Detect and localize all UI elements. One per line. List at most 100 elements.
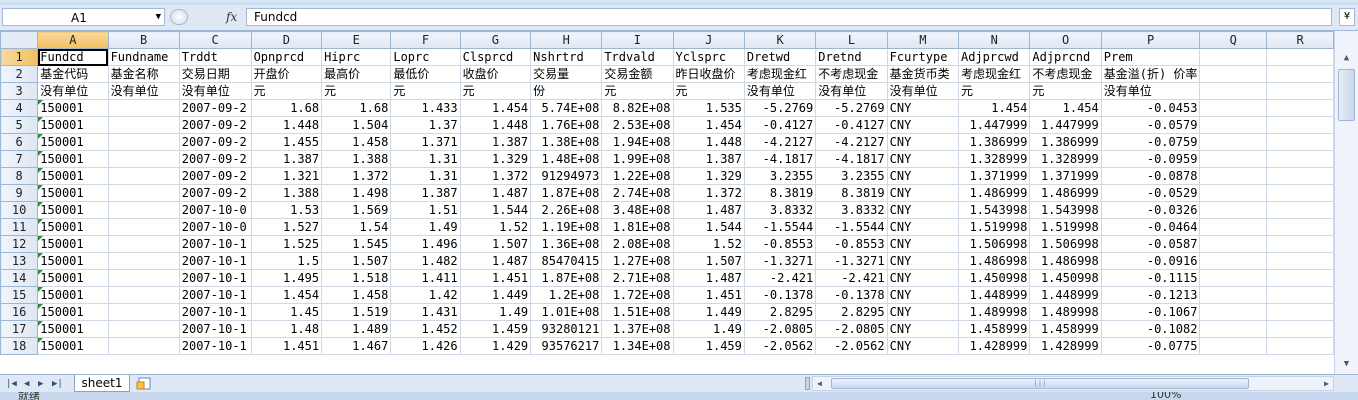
cell-e9[interactable]: 1.498 bbox=[321, 184, 392, 202]
cell-g2[interactable]: 收盘价 bbox=[459, 65, 532, 83]
cell-r12[interactable] bbox=[1266, 235, 1334, 253]
cell-e5[interactable]: 1.504 bbox=[321, 116, 392, 134]
cell-h9[interactable]: 1.87E+08 bbox=[530, 184, 603, 202]
cell-i14[interactable]: 2.71E+08 bbox=[601, 269, 674, 287]
cell-d13[interactable]: 1.5 bbox=[250, 252, 323, 270]
cell-p12[interactable]: -0.0587 bbox=[1100, 235, 1201, 253]
row-header[interactable]: 1 bbox=[0, 48, 39, 66]
cell-l6[interactable]: -4.2127 bbox=[815, 133, 888, 151]
cell-l10[interactable]: 3.8332 bbox=[815, 201, 888, 219]
cell-m13[interactable]: CNY bbox=[886, 252, 960, 270]
cell-m16[interactable]: CNY bbox=[886, 303, 960, 321]
row-header[interactable]: 12 bbox=[0, 235, 39, 253]
insert-function-icon[interactable]: fx bbox=[226, 10, 237, 24]
last-sheet-icon[interactable]: ▶| bbox=[52, 376, 63, 392]
cell-j10[interactable]: 1.487 bbox=[672, 201, 745, 219]
cell-f15[interactable]: 1.42 bbox=[390, 286, 461, 304]
cell-j4[interactable]: 1.535 bbox=[672, 99, 745, 117]
cell-e11[interactable]: 1.54 bbox=[321, 218, 392, 236]
cell-a9[interactable]: 150001 bbox=[37, 184, 109, 202]
cell-k9[interactable]: 8.3819 bbox=[743, 184, 817, 202]
cell-k11[interactable]: -1.5544 bbox=[743, 218, 817, 236]
tab-sheet1[interactable]: sheet1 bbox=[74, 375, 130, 392]
cell-l5[interactable]: -0.4127 bbox=[815, 116, 888, 134]
cell-k17[interactable]: -2.0805 bbox=[743, 320, 817, 338]
column-header-r[interactable]: R bbox=[1266, 31, 1334, 49]
cell-m14[interactable]: CNY bbox=[886, 269, 960, 287]
cell-f5[interactable]: 1.37 bbox=[390, 116, 461, 134]
cell-l15[interactable]: -0.1378 bbox=[815, 286, 888, 304]
cell-q1[interactable] bbox=[1199, 48, 1268, 66]
cell-e3[interactable]: 元 bbox=[321, 82, 392, 100]
cell-c18[interactable]: 2007-10-1 bbox=[178, 337, 252, 355]
row-header[interactable]: 17 bbox=[0, 320, 39, 338]
cell-m12[interactable]: CNY bbox=[886, 235, 960, 253]
cell-q9[interactable] bbox=[1199, 184, 1268, 202]
cell-l16[interactable]: 2.8295 bbox=[815, 303, 888, 321]
cell-d3[interactable]: 元 bbox=[250, 82, 323, 100]
cell-e15[interactable]: 1.458 bbox=[321, 286, 392, 304]
cell-o9[interactable]: 1.486999 bbox=[1029, 184, 1102, 202]
cell-d5[interactable]: 1.448 bbox=[250, 116, 323, 134]
cell-h11[interactable]: 1.19E+08 bbox=[530, 218, 603, 236]
scroll-up-icon[interactable]: ▲ bbox=[1338, 51, 1355, 66]
cell-l12[interactable]: -0.8553 bbox=[815, 235, 888, 253]
cell-g4[interactable]: 1.454 bbox=[459, 99, 532, 117]
cell-i6[interactable]: 1.94E+08 bbox=[601, 133, 674, 151]
cell-c6[interactable]: 2007-09-2 bbox=[178, 133, 252, 151]
cell-a13[interactable]: 150001 bbox=[37, 252, 109, 270]
cell-q4[interactable] bbox=[1199, 99, 1268, 117]
column-header-o[interactable]: O bbox=[1029, 31, 1102, 49]
cell-f3[interactable]: 元 bbox=[390, 82, 461, 100]
cell-f9[interactable]: 1.387 bbox=[390, 184, 461, 202]
cell-k10[interactable]: 3.8332 bbox=[743, 201, 817, 219]
chevron-down-icon[interactable]: ▼ bbox=[156, 10, 161, 24]
cell-i18[interactable]: 1.34E+08 bbox=[601, 337, 674, 355]
cell-f16[interactable]: 1.431 bbox=[390, 303, 461, 321]
cell-g17[interactable]: 1.459 bbox=[459, 320, 532, 338]
zoom-level[interactable]: 100% bbox=[1150, 392, 1181, 400]
cell-n9[interactable]: 1.486999 bbox=[957, 184, 1031, 202]
cell-r16[interactable] bbox=[1266, 303, 1334, 321]
cell-g14[interactable]: 1.451 bbox=[459, 269, 532, 287]
cell-p10[interactable]: -0.0326 bbox=[1100, 201, 1201, 219]
cell-d12[interactable]: 1.525 bbox=[250, 235, 323, 253]
cell-b1[interactable]: Fundname bbox=[107, 48, 180, 66]
cell-a11[interactable]: 150001 bbox=[37, 218, 109, 236]
cell-c12[interactable]: 2007-10-1 bbox=[178, 235, 252, 253]
cell-b10[interactable] bbox=[107, 201, 180, 219]
row-header[interactable]: 9 bbox=[0, 184, 39, 202]
horizontal-scroll-thumb[interactable]: ||| bbox=[831, 378, 1249, 389]
column-header-c[interactable]: C bbox=[178, 31, 252, 49]
cell-n13[interactable]: 1.486998 bbox=[957, 252, 1031, 270]
cell-f8[interactable]: 1.31 bbox=[390, 167, 461, 185]
column-header-b[interactable]: B bbox=[107, 31, 180, 49]
cell-d18[interactable]: 1.451 bbox=[250, 337, 323, 355]
cell-r14[interactable] bbox=[1266, 269, 1334, 287]
cell-f6[interactable]: 1.371 bbox=[390, 133, 461, 151]
cell-j6[interactable]: 1.448 bbox=[672, 133, 745, 151]
cell-g15[interactable]: 1.449 bbox=[459, 286, 532, 304]
cell-d2[interactable]: 开盘价 bbox=[250, 65, 323, 83]
cell-c11[interactable]: 2007-10-0 bbox=[178, 218, 252, 236]
cell-o11[interactable]: 1.519998 bbox=[1029, 218, 1102, 236]
cell-h18[interactable]: 93576217 bbox=[530, 337, 603, 355]
cell-m3[interactable]: 没有单位 bbox=[886, 82, 960, 100]
cell-n10[interactable]: 1.543998 bbox=[957, 201, 1031, 219]
cell-f10[interactable]: 1.51 bbox=[390, 201, 461, 219]
cell-h6[interactable]: 1.38E+08 bbox=[530, 133, 603, 151]
cell-r18[interactable] bbox=[1266, 337, 1334, 355]
cell-d1[interactable]: Opnprcd bbox=[250, 48, 323, 66]
row-header[interactable]: 13 bbox=[0, 252, 39, 270]
cell-j16[interactable]: 1.449 bbox=[672, 303, 745, 321]
cell-b6[interactable] bbox=[107, 133, 180, 151]
cell-o17[interactable]: 1.458999 bbox=[1029, 320, 1102, 338]
cell-d9[interactable]: 1.388 bbox=[250, 184, 323, 202]
cell-n11[interactable]: 1.519998 bbox=[957, 218, 1031, 236]
cell-m11[interactable]: CNY bbox=[886, 218, 960, 236]
row-header[interactable]: 6 bbox=[0, 133, 39, 151]
cell-f2[interactable]: 最低价 bbox=[390, 65, 461, 83]
cell-h15[interactable]: 1.2E+08 bbox=[530, 286, 603, 304]
cell-b9[interactable] bbox=[107, 184, 180, 202]
cell-i4[interactable]: 8.82E+08 bbox=[601, 99, 674, 117]
